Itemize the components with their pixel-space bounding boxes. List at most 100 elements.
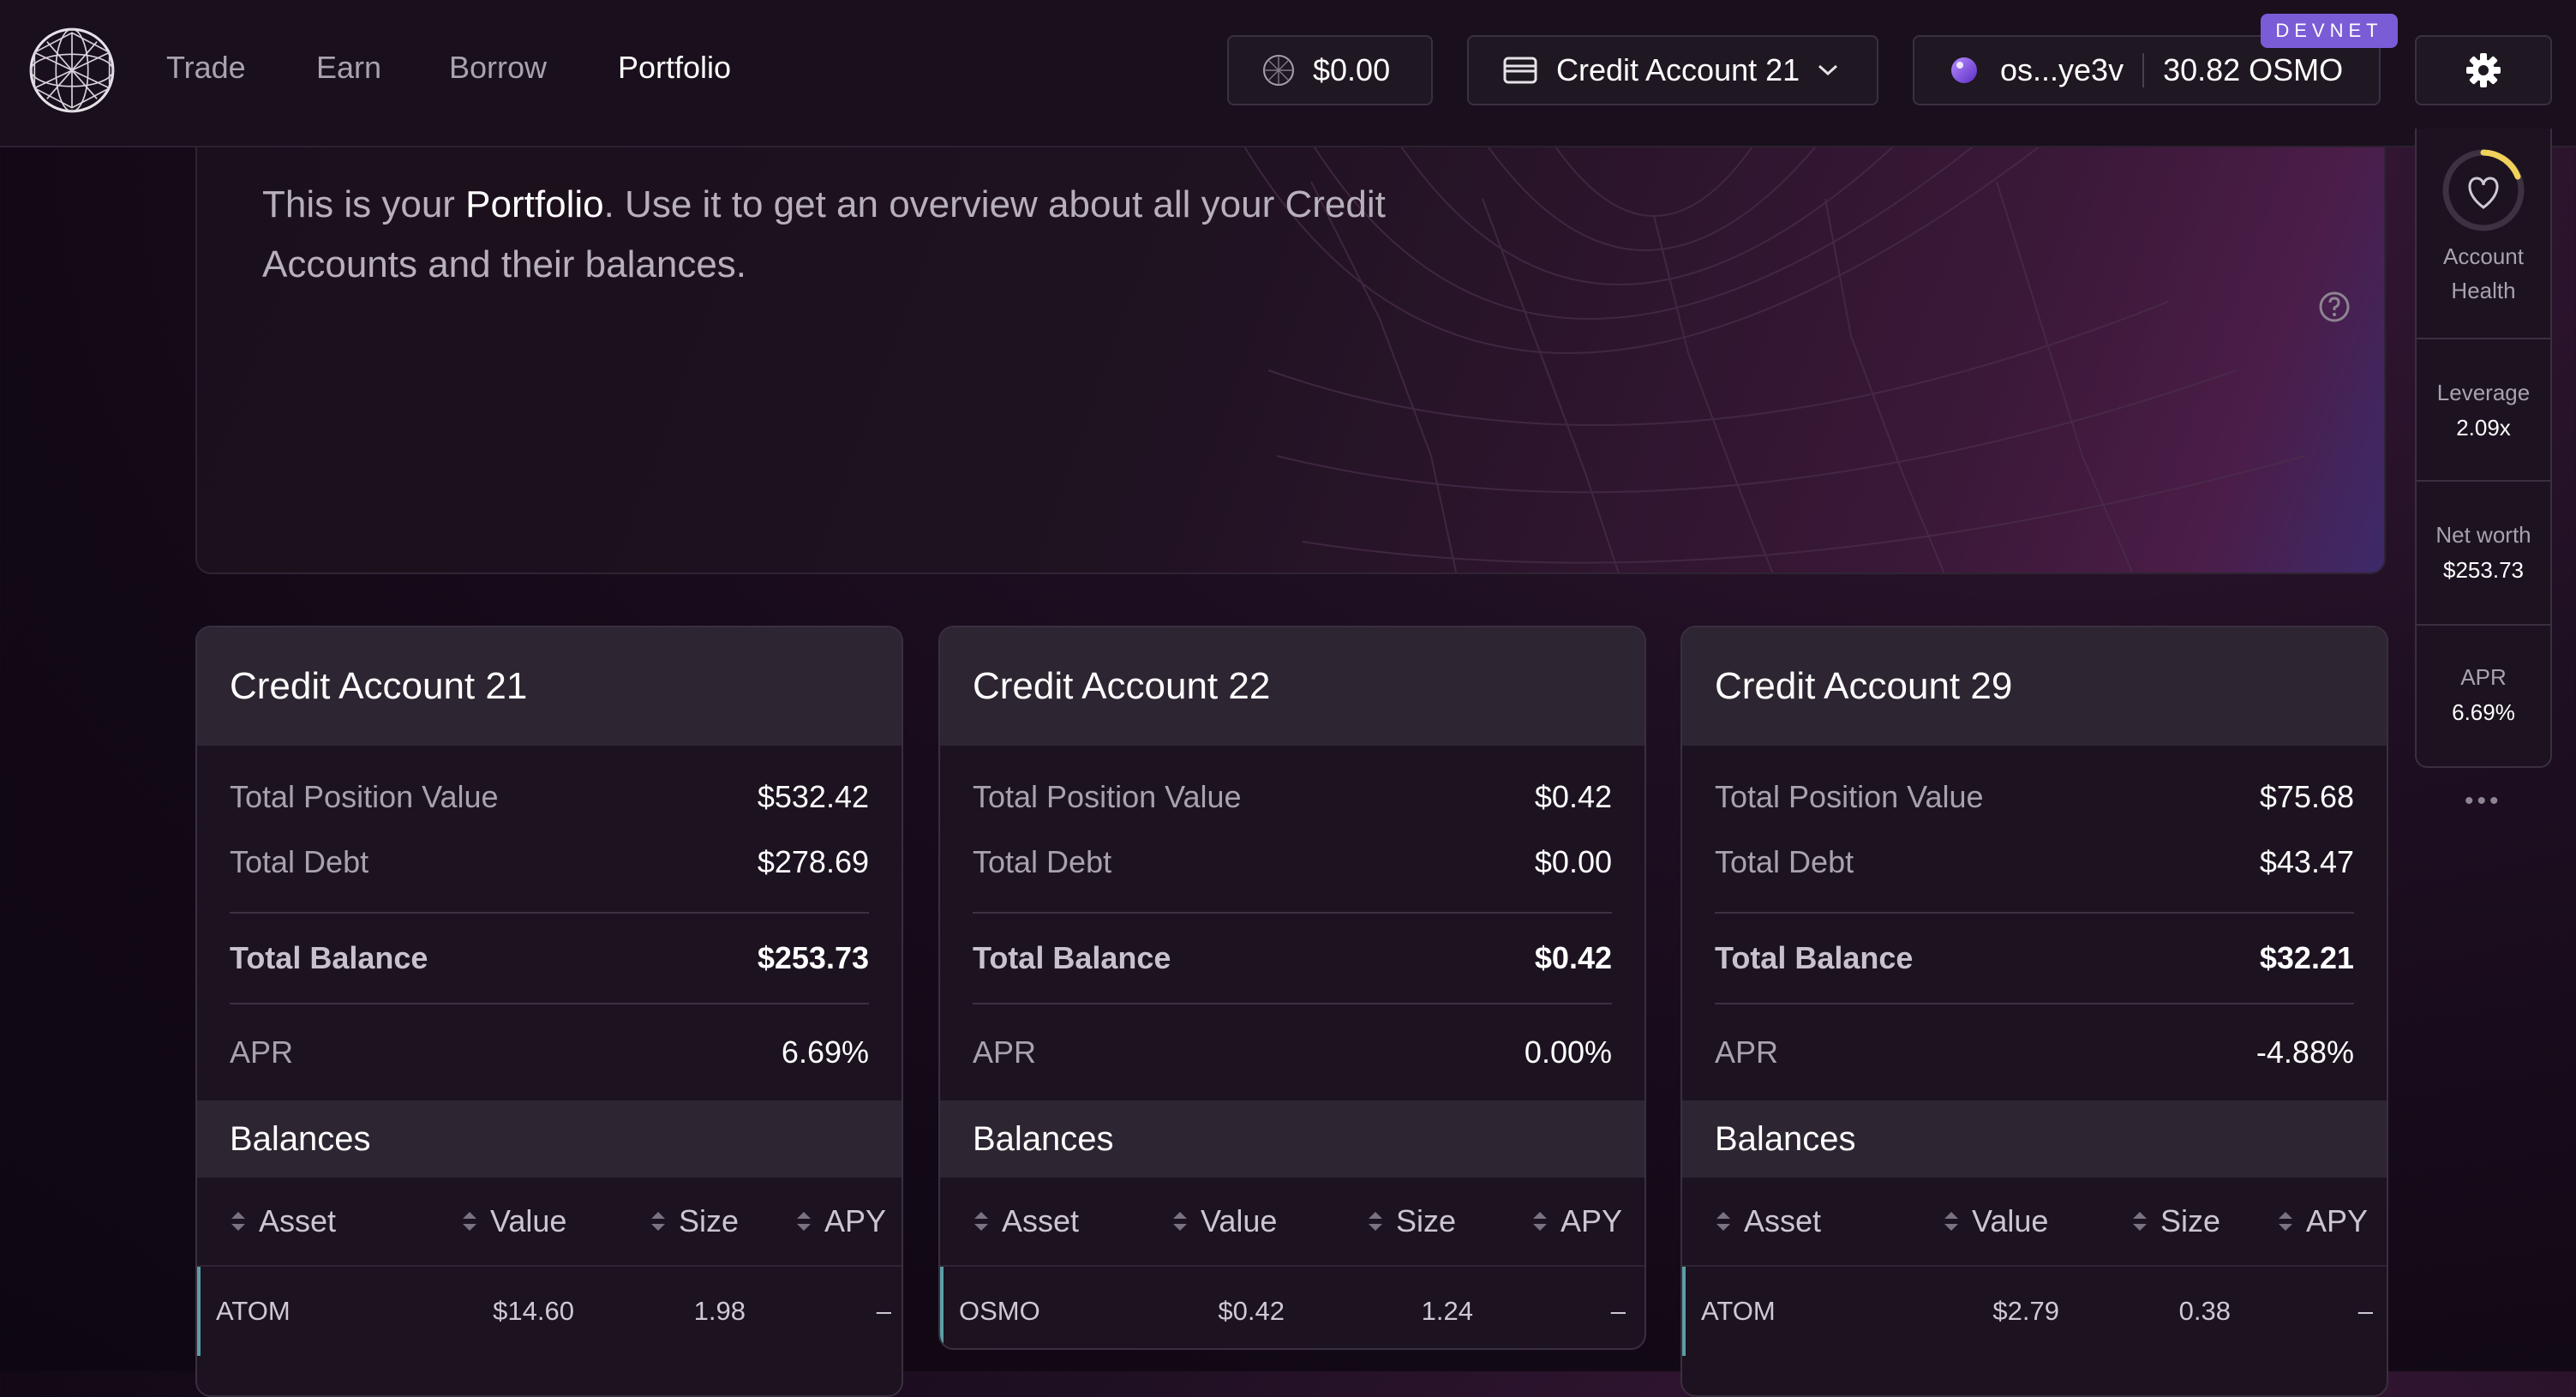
balance-row[interactable]: ATOM $14.60 1.98 –: [197, 1267, 902, 1356]
account-selector-label: Credit Account 21: [1556, 52, 1800, 87]
total-debt-value: $278.69: [757, 844, 869, 879]
balance-row[interactable]: OSMO $0.42 1.24 –: [940, 1267, 1644, 1348]
col-apy: APY: [824, 1203, 887, 1238]
apr-value: 0.00%: [1524, 1034, 1612, 1070]
settings-button[interactable]: [2415, 35, 2552, 105]
total-balance-label: Total Balance: [973, 940, 1171, 975]
mars-logo-icon[interactable]: [27, 26, 117, 115]
col-apy: APY: [1561, 1203, 1623, 1238]
network-badge: DEVNET: [2261, 14, 2398, 48]
total-position-value-row: Total Position Value $75.68: [1715, 764, 2354, 830]
rewards-value: $0.00: [1313, 52, 1391, 87]
total-debt-label: Total Debt: [1715, 844, 1854, 879]
sort-icon: [1369, 1212, 1382, 1231]
total-position-value-label: Total Position Value: [230, 779, 499, 814]
col-value: Value: [1972, 1203, 2049, 1238]
sort-size-header[interactable]: Size: [1367, 1203, 1456, 1239]
total-position-value-label: Total Position Value: [973, 779, 1242, 814]
sort-icon: [651, 1212, 665, 1231]
osmosis-icon: [1951, 57, 1977, 83]
balances-table-header: Asset Value Size APY: [1682, 1178, 2387, 1267]
chevron-down-icon: [1818, 64, 1838, 76]
total-balance-row: Total Balance $253.73: [230, 914, 869, 1003]
health-gauge-icon: [2442, 149, 2525, 231]
nav-portfolio[interactable]: Portfolio: [618, 50, 731, 86]
balances-title: Balances: [940, 1100, 1644, 1178]
total-debt-label: Total Debt: [973, 844, 1112, 879]
net-worth-stat: Net worth $253.73: [2417, 518, 2550, 584]
account-card-22[interactable]: Credit Account 22 Total Position Value $…: [938, 626, 1646, 1350]
account-summary-panel: Account Health Leverage 2.09x Net worth …: [2415, 129, 2552, 768]
balance-asset: ATOM: [216, 1296, 291, 1326]
total-position-value: $0.42: [1534, 779, 1612, 814]
apr-label: APR: [973, 1034, 1037, 1070]
balance-row[interactable]: ATOM $2.79 0.38 –: [1682, 1267, 2387, 1356]
account-health[interactable]: Account Health: [2417, 146, 2550, 308]
sort-value-header[interactable]: Value: [461, 1203, 566, 1239]
sort-size-header[interactable]: Size: [2131, 1203, 2220, 1239]
account-card-title: Credit Account 22: [940, 627, 1644, 746]
balance-value: $14.60: [493, 1296, 574, 1326]
account-card-21[interactable]: Credit Account 21 Total Position Value $…: [195, 626, 903, 1397]
sort-asset-header[interactable]: Asset: [973, 1203, 1079, 1239]
rewards-button[interactable]: $0.00: [1227, 35, 1433, 105]
balances-title: Balances: [1682, 1100, 2387, 1178]
account-selector[interactable]: Credit Account 21: [1467, 35, 1878, 105]
account-card-29[interactable]: Credit Account 29 Total Position Value $…: [1680, 626, 2388, 1397]
total-position-value-row: Total Position Value $532.42: [230, 764, 869, 830]
wallet-card-icon: [1503, 57, 1537, 84]
balance-asset: ATOM: [1701, 1296, 1776, 1326]
wallet-balance: 30.82 OSMO: [2163, 52, 2344, 87]
balance-size: 0.38: [2178, 1296, 2231, 1326]
help-circle-icon[interactable]: [2317, 290, 2351, 324]
wallet-separator: [2142, 53, 2145, 87]
sort-apy-header[interactable]: APY: [1531, 1203, 1622, 1239]
balances-table-header: Asset Value Size APY: [940, 1178, 1644, 1267]
sort-icon: [2279, 1212, 2292, 1231]
sort-asset-header[interactable]: Asset: [1715, 1203, 1821, 1239]
total-balance-value: $32.21: [2259, 940, 2354, 975]
total-balance-value: $253.73: [757, 940, 869, 975]
balance-apy: –: [876, 1296, 891, 1326]
nav-borrow[interactable]: Borrow: [449, 50, 547, 86]
nav-trade[interactable]: Trade: [166, 50, 246, 86]
more-options-icon[interactable]: •••: [2465, 787, 2502, 816]
top-navigation: Trade Earn Borrow Portfolio $0.00 Credit…: [0, 0, 2576, 147]
sort-value-header[interactable]: Value: [1171, 1203, 1277, 1239]
sort-icon: [797, 1212, 811, 1231]
intro-text: This is your Portfolio. Use it to get an…: [262, 175, 1505, 295]
apr-label: APR: [230, 1034, 294, 1070]
net-worth-value: $253.73: [2443, 557, 2524, 583]
col-apy: APY: [2306, 1203, 2369, 1238]
col-asset: Asset: [259, 1203, 337, 1238]
account-card-title: Credit Account 29: [1682, 627, 2387, 746]
sort-icon: [1533, 1212, 1547, 1231]
total-balance-value: $0.42: [1534, 940, 1612, 975]
total-position-value: $75.68: [2259, 779, 2354, 814]
total-position-value-row: Total Position Value $0.42: [973, 764, 1612, 830]
divider: [2417, 624, 2550, 626]
apr-label: APR: [1715, 1034, 1779, 1070]
balance-apy: –: [2357, 1296, 2373, 1326]
col-size: Size: [2160, 1203, 2221, 1238]
nav-earn[interactable]: Earn: [316, 50, 381, 86]
sort-asset-header[interactable]: Asset: [230, 1203, 336, 1239]
sort-icon: [974, 1212, 988, 1231]
balance-value: $2.79: [1992, 1296, 2059, 1326]
col-value: Value: [490, 1203, 567, 1238]
account-health-label: Account Health: [2443, 243, 2524, 303]
leverage-stat: Leverage 2.09x: [2417, 375, 2550, 441]
col-size: Size: [679, 1203, 740, 1238]
total-balance-label: Total Balance: [1715, 940, 1914, 975]
total-debt-value: $0.00: [1534, 844, 1612, 879]
sort-value-header[interactable]: Value: [1943, 1203, 2048, 1239]
col-size: Size: [1396, 1203, 1457, 1238]
sort-icon: [1944, 1212, 1958, 1231]
col-value: Value: [1201, 1203, 1278, 1238]
balances-table-header: Asset Value Size APY: [197, 1178, 902, 1267]
sort-size-header[interactable]: Size: [650, 1203, 739, 1239]
apr-row: APR -4.88%: [1715, 1004, 2354, 1100]
divider: [2417, 480, 2550, 482]
sort-apy-header[interactable]: APY: [2277, 1203, 2368, 1239]
sort-apy-header[interactable]: APY: [795, 1203, 886, 1239]
